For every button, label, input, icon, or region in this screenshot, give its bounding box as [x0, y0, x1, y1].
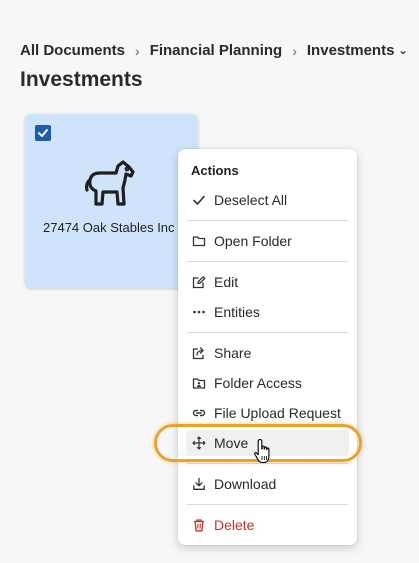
- menu-item-delete[interactable]: Delete: [186, 512, 349, 538]
- edit-icon: [192, 275, 206, 289]
- folder-name: 27474 Oak Stables Inc: [43, 220, 175, 235]
- chevron-right-icon: ›: [292, 42, 297, 59]
- menu-item-open-folder[interactable]: Open Folder: [186, 228, 349, 254]
- chevron-right-icon: ›: [135, 42, 140, 59]
- ellipsis-icon: [192, 305, 206, 319]
- folder-card[interactable]: 27474 Oak Stables Inc: [25, 114, 198, 288]
- menu-item-file-upload-request[interactable]: File Upload Request: [186, 400, 349, 426]
- share-icon: [192, 346, 206, 360]
- menu-item-label: Entities: [214, 304, 260, 320]
- menu-divider: [187, 504, 348, 505]
- menu-item-label: Deselect All: [214, 192, 288, 208]
- menu-item-share[interactable]: Share: [186, 340, 349, 366]
- menu-header: Actions: [191, 163, 239, 178]
- menu-item-deselect-all[interactable]: Deselect All: [186, 187, 349, 213]
- menu-item-download[interactable]: Download: [186, 471, 349, 497]
- menu-item-label: Edit: [214, 274, 239, 290]
- breadcrumb-investments[interactable]: Investments: [307, 42, 395, 59]
- menu-item-label: Download: [214, 476, 277, 492]
- menu-item-label: File Upload Request: [214, 405, 341, 421]
- menu-divider: [187, 220, 348, 221]
- page: All Documents › Financial Planning › Inv…: [0, 0, 419, 563]
- menu-item-label: Open Folder: [214, 233, 292, 249]
- menu-divider: [187, 332, 348, 333]
- breadcrumb-all-documents[interactable]: All Documents: [20, 42, 125, 59]
- download-icon: [192, 477, 206, 491]
- menu-item-folder-access[interactable]: Folder Access: [186, 370, 349, 396]
- check-icon: [192, 193, 206, 207]
- page-title: Investments: [20, 68, 143, 91]
- hand-cursor-icon: [254, 438, 270, 464]
- menu-item-entities[interactable]: Entities: [186, 299, 349, 325]
- folder-icon: [192, 234, 206, 248]
- menu-item-label: Delete: [214, 517, 255, 533]
- card-checkbox[interactable]: [35, 125, 51, 141]
- context-menu: Actions Deselect All Open Folder Edit En…: [178, 149, 357, 545]
- horse-icon: [85, 160, 135, 206]
- breadcrumb: All Documents › Financial Planning › Inv…: [20, 42, 408, 59]
- breadcrumb-financial-planning[interactable]: Financial Planning: [150, 42, 283, 59]
- menu-item-edit[interactable]: Edit: [186, 269, 349, 295]
- menu-item-label: Folder Access: [214, 375, 302, 391]
- chevron-down-icon[interactable]: ⌄: [398, 44, 407, 57]
- folder-user-icon: [192, 376, 206, 390]
- check-icon: [38, 129, 48, 137]
- trash-icon: [192, 518, 206, 532]
- menu-item-label: Share: [214, 345, 252, 361]
- link-icon: [192, 406, 206, 420]
- menu-divider: [187, 261, 348, 262]
